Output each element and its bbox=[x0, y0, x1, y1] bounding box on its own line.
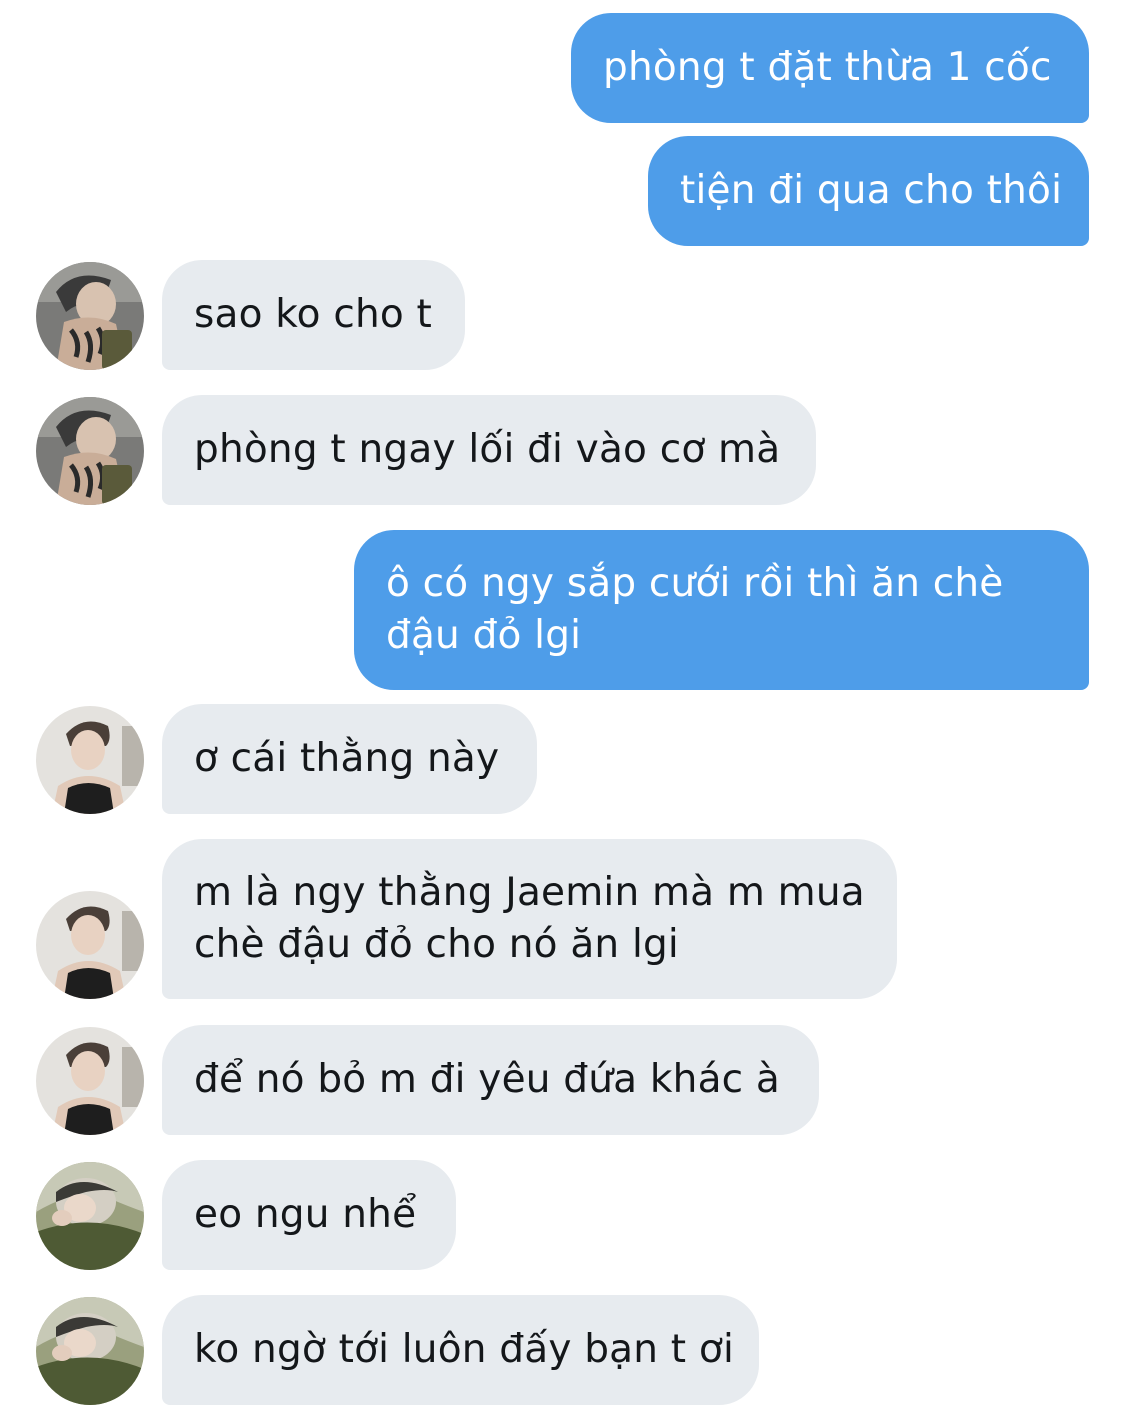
message-text-line-2: chè đậu đỏ cho nó ăn lgi bbox=[194, 922, 679, 967]
incoming-message-bubble[interactable]: m là ngy thằng Jaemin mà m mua chè đậu đ… bbox=[162, 839, 897, 999]
message-text: phòng t đặt thừa 1 cốc bbox=[603, 45, 1052, 90]
avatar-green-hood[interactable] bbox=[36, 1162, 144, 1270]
incoming-message-bubble[interactable]: ko ngờ tới luôn đấy bạn t ơi bbox=[162, 1295, 759, 1405]
incoming-message-bubble[interactable]: phòng t ngay lối đi vào cơ mà bbox=[162, 395, 816, 505]
avatar-tattoo-neck[interactable] bbox=[36, 397, 144, 505]
avatar-tank-top[interactable] bbox=[36, 891, 144, 999]
incoming-message-bubble[interactable]: để nó bỏ m đi yêu đứa khác à bbox=[162, 1025, 819, 1135]
message-text: tiện đi qua cho thôi bbox=[680, 168, 1063, 213]
avatar-tank-top[interactable] bbox=[36, 706, 144, 814]
message-text: để nó bỏ m đi yêu đứa khác à bbox=[194, 1057, 781, 1102]
message-text: sao ko cho t bbox=[194, 292, 433, 337]
outgoing-message-bubble[interactable]: phòng t đặt thừa 1 cốc bbox=[571, 13, 1089, 123]
message-text: eo ngu nhể bbox=[194, 1192, 417, 1237]
outgoing-message-bubble[interactable]: tiện đi qua cho thôi bbox=[648, 136, 1089, 246]
incoming-message-bubble[interactable]: ơ cái thằng này bbox=[162, 704, 537, 814]
incoming-message-bubble[interactable]: sao ko cho t bbox=[162, 260, 465, 370]
message-thread: phòng t đặt thừa 1 cốc tiện đi qua cho t… bbox=[0, 0, 1125, 1416]
outgoing-message-bubble[interactable]: ô có ngy sắp cưới rồi thì ăn chè đậu đỏ … bbox=[354, 530, 1089, 690]
message-text-line-1: m là ngy thằng Jaemin mà m mua bbox=[194, 870, 865, 915]
message-text-line-2: đậu đỏ lgi bbox=[386, 613, 582, 658]
message-text-line-1: ô có ngy sắp cưới rồi thì ăn chè bbox=[386, 561, 1004, 606]
avatar-tattoo-neck[interactable] bbox=[36, 262, 144, 370]
avatar-green-hood[interactable] bbox=[36, 1297, 144, 1405]
avatar-tank-top[interactable] bbox=[36, 1027, 144, 1135]
message-text: phòng t ngay lối đi vào cơ mà bbox=[194, 427, 781, 472]
message-text: ko ngờ tới luôn đấy bạn t ơi bbox=[194, 1327, 734, 1372]
message-text: ơ cái thằng này bbox=[194, 736, 500, 781]
incoming-message-bubble[interactable]: eo ngu nhể bbox=[162, 1160, 456, 1270]
